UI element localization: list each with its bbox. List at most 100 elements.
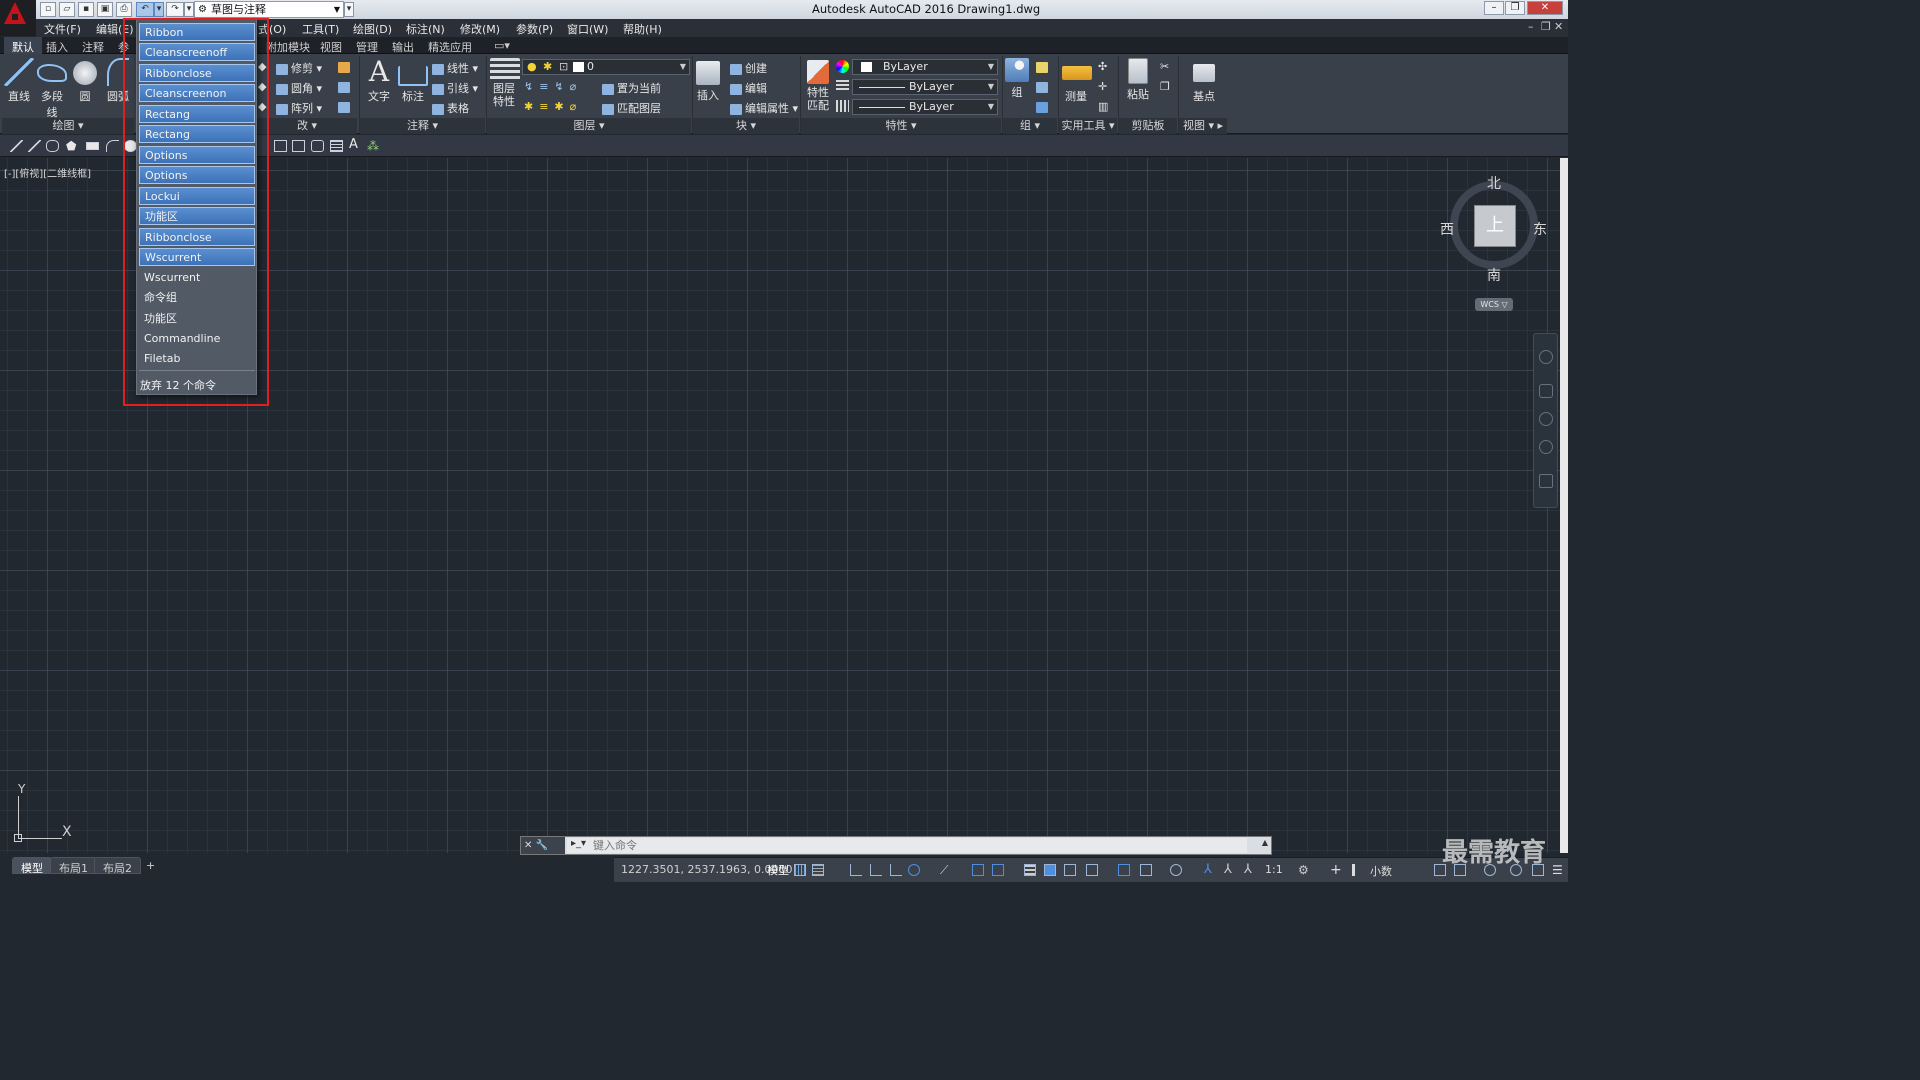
tab-layout1[interactable]: 布局1 bbox=[50, 857, 97, 875]
undo-item[interactable]: Ribbonclose bbox=[139, 228, 255, 246]
tb-boundary-icon[interactable] bbox=[292, 140, 305, 152]
application-menu-button[interactable] bbox=[0, 0, 36, 36]
stretch-icon[interactable] bbox=[338, 100, 353, 113]
utilities-panel-title[interactable]: 实用工具 ▾ bbox=[1059, 118, 1117, 134]
pan-icon[interactable] bbox=[1539, 384, 1553, 398]
annotation-monitor-icon[interactable]: + bbox=[1330, 863, 1342, 877]
undo-item[interactable]: Filetab bbox=[139, 350, 255, 368]
compass-south[interactable]: 南 bbox=[1487, 265, 1501, 285]
ungroup-icon[interactable] bbox=[1036, 80, 1051, 93]
group-edit-icon[interactable] bbox=[1036, 60, 1051, 73]
undo-item[interactable]: Rectang bbox=[139, 105, 255, 123]
group-tool[interactable]: 组 bbox=[1004, 58, 1030, 100]
arc-tool[interactable]: 圆弧 bbox=[106, 58, 130, 104]
measure-tool[interactable]: 测量 bbox=[1062, 58, 1092, 104]
compass-north[interactable]: 北 bbox=[1487, 173, 1501, 193]
viewcube[interactable]: 上 北 南 东 西 bbox=[1440, 173, 1547, 284]
calculator-icon[interactable]: ▥ bbox=[1098, 100, 1108, 113]
groups-panel-title[interactable]: 组 ▾ bbox=[1003, 118, 1057, 134]
undo-dropdown-arrow-icon[interactable]: ▾ bbox=[154, 2, 164, 17]
lineweight-toggle-icon[interactable] bbox=[1024, 864, 1036, 876]
wcs-menu[interactable]: WCS ▽ bbox=[1475, 298, 1513, 311]
color-select[interactable]: ByLayer ▼ bbox=[852, 59, 998, 75]
circle-tool[interactable]: 圆 bbox=[72, 58, 98, 104]
modify-icon-b[interactable]: ◆ bbox=[258, 80, 266, 93]
menu-format[interactable]: 式(O) bbox=[258, 21, 286, 37]
polyline-tool[interactable]: 多段线 bbox=[36, 58, 68, 120]
qat-customize-icon[interactable]: ▾ bbox=[344, 2, 354, 17]
vertical-scrollbar[interactable] bbox=[1560, 158, 1568, 853]
tb-arc-icon[interactable] bbox=[106, 140, 119, 152]
redo-icon[interactable]: ↷ bbox=[166, 2, 184, 17]
dimension-tool[interactable]: 标注 bbox=[398, 58, 428, 104]
workspace-switch-gear-icon[interactable]: ⚙ bbox=[1298, 864, 1310, 876]
command-line-close-icon[interactable]: ✕ bbox=[524, 840, 532, 851]
annotation-scale-icon[interactable]: ⅄ bbox=[1244, 863, 1256, 876]
lineweight-select[interactable]: ByLayer ▼ bbox=[852, 99, 998, 115]
color-wheel-icon[interactable] bbox=[836, 60, 849, 73]
base-point-tool[interactable]: 基点 bbox=[1190, 58, 1218, 104]
layer-state-icons-1[interactable]: ↯≡↯⌀ bbox=[524, 80, 582, 93]
tab-manage[interactable]: 管理 bbox=[356, 39, 378, 55]
tab-parametric[interactable]: 参 bbox=[118, 39, 129, 55]
annotation-panel-title[interactable]: 注释 ▾ bbox=[360, 118, 485, 134]
tab-insert[interactable]: 插入 bbox=[46, 39, 68, 55]
selection-cycling-icon[interactable] bbox=[1064, 864, 1076, 876]
tb-polyline-icon[interactable] bbox=[46, 140, 59, 152]
new-file-icon[interactable]: ▫ bbox=[40, 2, 56, 17]
undo-item[interactable]: 功能区 bbox=[139, 207, 255, 225]
viewport-controls-label[interactable]: [-][俯视][二维线框] bbox=[4, 165, 91, 180]
3d-object-snap-icon[interactable] bbox=[1086, 864, 1098, 876]
doc-minimize-icon[interactable]: – bbox=[1528, 20, 1534, 33]
linetype-select[interactable]: ByLayer ▼ bbox=[852, 79, 998, 95]
menu-dimension[interactable]: 标注(N) bbox=[406, 21, 445, 37]
edit-block-tool[interactable]: 编辑 bbox=[730, 80, 767, 96]
modify-icon-a[interactable]: ◆ bbox=[258, 60, 266, 73]
leader-tool[interactable]: 引线 ▾ bbox=[432, 80, 478, 96]
undo-item[interactable]: Options bbox=[139, 146, 255, 164]
tb-polygon-icon[interactable]: ⬟ bbox=[66, 140, 79, 152]
lineweight-icon[interactable] bbox=[836, 100, 849, 112]
command-prompt-icon[interactable]: ▸_▾ bbox=[571, 838, 586, 849]
trim-tool[interactable]: 修剪 ▾ bbox=[276, 60, 322, 76]
edit-attributes-tool[interactable]: 编辑属性 ▾ bbox=[730, 100, 798, 116]
undo-item[interactable]: Cleanscreenoff bbox=[139, 43, 255, 61]
workspace-select[interactable]: ⚙ 草图与注释 ▼ bbox=[194, 1, 344, 18]
menu-tools[interactable]: 工具(T) bbox=[302, 21, 339, 37]
array-tool[interactable]: 阵列 ▾ bbox=[276, 100, 322, 116]
menu-modify[interactable]: 修改(M) bbox=[460, 21, 500, 37]
tab-featured-apps[interactable]: 精选应用 bbox=[428, 39, 472, 55]
draw-panel-title[interactable]: 绘图 ▾ bbox=[2, 118, 134, 134]
doc-close-icon[interactable]: ✕ bbox=[1554, 20, 1563, 33]
steering-wheel-icon[interactable] bbox=[1539, 350, 1553, 364]
menu-parametric[interactable]: 参数(P) bbox=[516, 21, 553, 37]
tab-model[interactable]: 模型 bbox=[12, 857, 52, 875]
showmotion-icon[interactable] bbox=[1539, 474, 1553, 488]
layer-state-icons-2[interactable]: ✱≡✱⌀ bbox=[524, 100, 582, 113]
undo-item[interactable]: Wscurrent bbox=[139, 248, 255, 266]
tb-text-icon[interactable]: A bbox=[349, 138, 362, 151]
tab-output[interactable]: 输出 bbox=[392, 39, 414, 55]
undo-item[interactable]: Ribbonclose bbox=[139, 64, 255, 82]
text-tool[interactable]: A 文字 bbox=[364, 58, 394, 104]
insert-block-tool[interactable]: 插入 bbox=[694, 58, 722, 103]
ribbon-display-toggle-icon[interactable]: ▭▾ bbox=[494, 39, 510, 52]
infer-constraints-icon[interactable] bbox=[870, 864, 882, 876]
copy-clip-icon[interactable]: ❐ bbox=[1160, 80, 1170, 93]
view-panel-title[interactable]: 视图 ▾ ▸ bbox=[1179, 118, 1227, 134]
tab-annotate[interactable]: 注释 bbox=[82, 39, 104, 55]
zoom-extents-icon[interactable] bbox=[1539, 412, 1553, 426]
clipboard-panel-title[interactable]: 剪贴板 bbox=[1119, 118, 1177, 134]
save-icon[interactable]: ▪ bbox=[78, 2, 94, 17]
open-file-icon[interactable]: ▱ bbox=[59, 2, 75, 17]
save-as-icon[interactable]: ▣ bbox=[97, 2, 113, 17]
undo-item[interactable]: Ribbon bbox=[139, 23, 255, 41]
match-layer-tool[interactable]: 匹配图层 bbox=[602, 100, 661, 116]
undo-item[interactable]: Rectang bbox=[139, 125, 255, 143]
snap-icon[interactable] bbox=[812, 864, 824, 876]
modify-panel-title[interactable]: 改 ▾ bbox=[257, 118, 357, 134]
units-select[interactable]: 小数 bbox=[1370, 863, 1392, 879]
tab-view[interactable]: 视图 bbox=[320, 39, 342, 55]
tb-line-icon[interactable] bbox=[10, 140, 23, 152]
cut-icon[interactable]: ✂ bbox=[1160, 60, 1169, 73]
